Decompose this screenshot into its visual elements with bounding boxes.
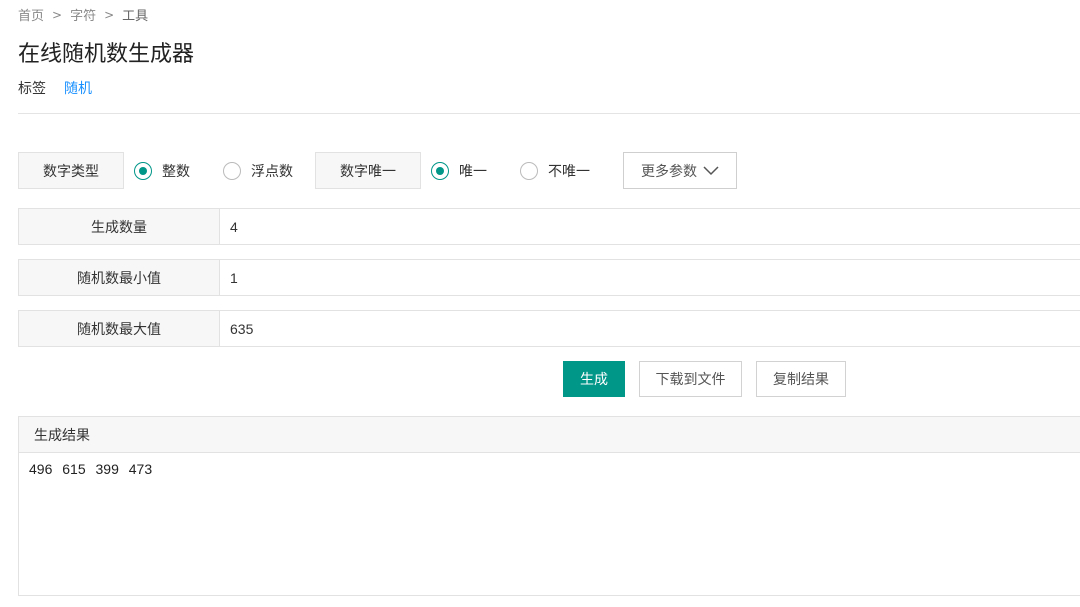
download-button[interactable]: 下载到文件: [639, 361, 742, 397]
radio-not-unique[interactable]: 不唯一: [520, 161, 590, 181]
tag-link-random[interactable]: 随机: [64, 78, 92, 98]
chevron-down-icon: [703, 165, 719, 175]
breadcrumb-home[interactable]: 首页: [18, 5, 44, 24]
min-input[interactable]: [220, 260, 1080, 295]
radio-unchecked-icon: [520, 161, 538, 180]
options-row: 数字类型 整数 浮点数 数字唯一 唯一 不唯一 更多参数: [18, 152, 737, 189]
radio-float[interactable]: 浮点数: [223, 161, 293, 181]
divider: [18, 113, 1080, 114]
radio-integer[interactable]: 整数: [134, 161, 190, 181]
tag-list: 标签 随机: [18, 78, 92, 98]
max-label: 随机数最大值: [19, 311, 220, 346]
result-panel: 生成结果 496 615 399 473: [18, 416, 1080, 596]
result-title: 生成结果: [19, 417, 1080, 453]
result-output[interactable]: 496 615 399 473: [19, 453, 1080, 485]
number-type-label: 数字类型: [18, 152, 124, 189]
max-input[interactable]: [220, 311, 1080, 346]
breadcrumb-current[interactable]: 工具: [122, 5, 148, 24]
min-row: 随机数最小值: [18, 259, 1080, 296]
radio-not-unique-label: 不唯一: [548, 163, 590, 180]
copy-button[interactable]: 复制结果: [756, 361, 846, 397]
breadcrumb-separator: >: [52, 7, 63, 22]
page-title: 在线随机数生成器: [18, 42, 195, 67]
radio-unique[interactable]: 唯一: [431, 161, 487, 181]
radio-float-label: 浮点数: [251, 163, 293, 180]
radio-unique-label: 唯一: [459, 163, 487, 180]
breadcrumb-category[interactable]: 字符: [70, 5, 96, 24]
radio-checked-icon: [134, 161, 152, 180]
generate-button[interactable]: 生成: [563, 361, 625, 397]
more-params-label: 更多参数: [641, 163, 697, 180]
radio-integer-label: 整数: [162, 163, 190, 180]
unique-label: 数字唯一: [315, 152, 421, 189]
action-bar: 生成 下载到文件 复制结果: [563, 361, 846, 397]
radio-unchecked-icon: [223, 161, 241, 180]
radio-checked-icon: [431, 161, 449, 180]
count-row: 生成数量: [18, 208, 1080, 245]
more-params-button[interactable]: 更多参数: [623, 152, 737, 189]
count-input[interactable]: [220, 209, 1080, 244]
breadcrumb-separator: >: [104, 7, 115, 22]
min-label: 随机数最小值: [19, 260, 220, 295]
breadcrumb: 首页 > 字符 > 工具: [18, 5, 148, 25]
max-row: 随机数最大值: [18, 310, 1080, 347]
tag-label: 标签: [18, 81, 46, 97]
count-label: 生成数量: [19, 209, 220, 244]
